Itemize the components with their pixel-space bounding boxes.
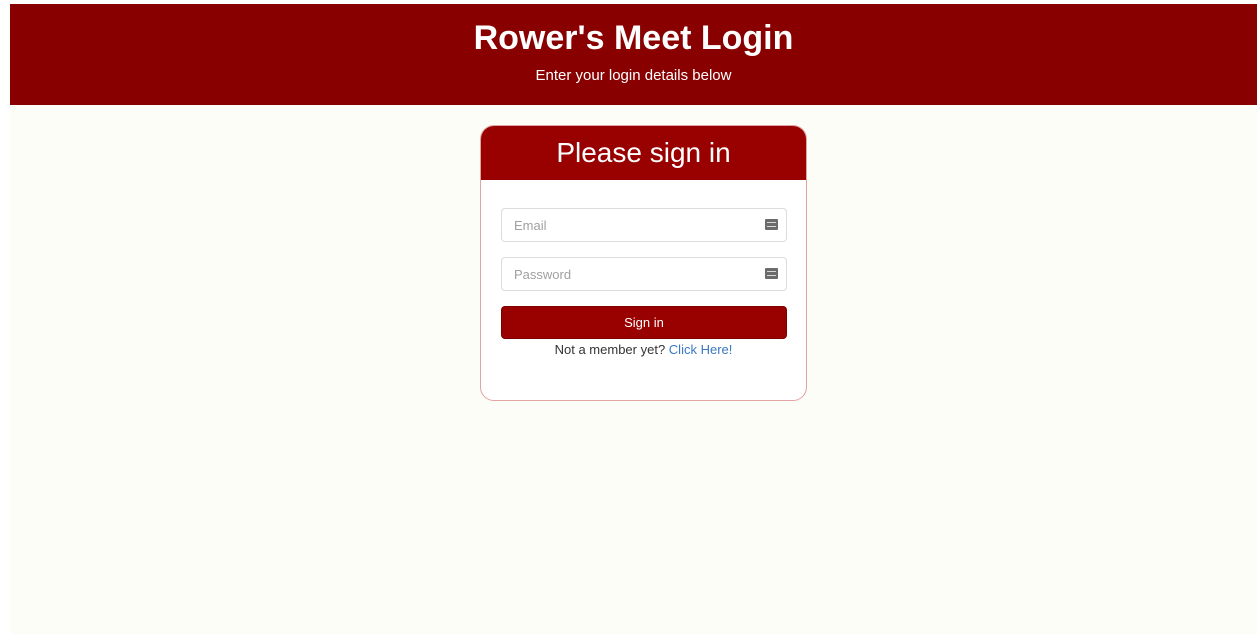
login-heading: Please sign in	[556, 137, 731, 168]
page-title: Rower's Meet Login	[473, 19, 794, 57]
email-input[interactable]	[502, 209, 752, 241]
email-field[interactable]	[501, 208, 787, 242]
login-card-header: Please sign in	[481, 126, 806, 180]
password-field[interactable]	[501, 257, 787, 291]
sign-in-button[interactable]: Sign in	[501, 306, 787, 339]
login-card: Please sign in Sign in Not a member yet?…	[480, 125, 807, 401]
key-icon	[765, 219, 778, 230]
signup-prompt: Not a member yet? Click Here!	[481, 342, 806, 357]
key-icon	[765, 268, 778, 279]
page-header: Rower's Meet Login Enter your login deta…	[10, 4, 1257, 105]
page: Rower's Meet Login Enter your login deta…	[10, 4, 1257, 634]
member-prompt-text: Not a member yet?	[554, 342, 666, 357]
signup-link[interactable]: Click Here!	[669, 342, 733, 357]
password-input[interactable]	[502, 258, 752, 290]
page-subtitle: Enter your login details below	[535, 67, 732, 84]
